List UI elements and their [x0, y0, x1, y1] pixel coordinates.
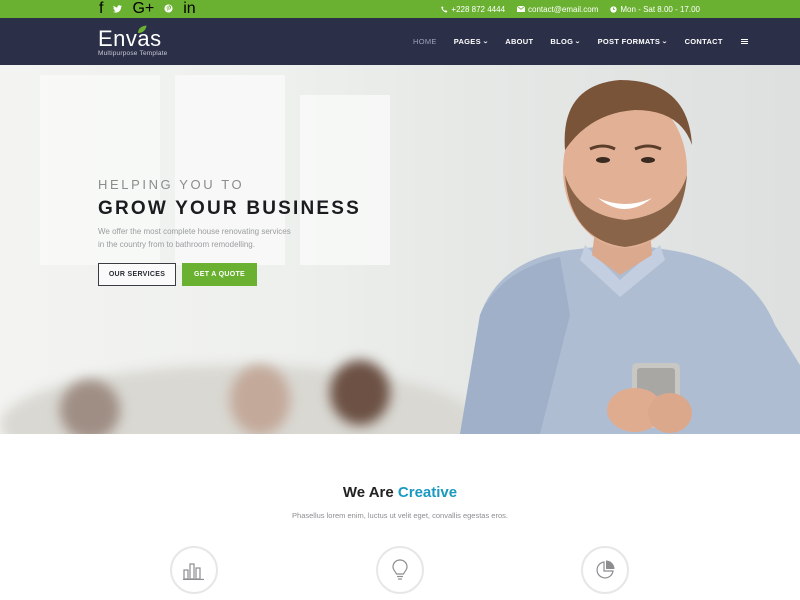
pinterest-icon[interactable] — [164, 0, 173, 18]
feature-icon-circle — [376, 546, 424, 594]
linkedin-icon[interactable]: in — [183, 0, 195, 18]
hero-subtitle: HELPING YOU TO — [98, 177, 245, 192]
lightbulb-icon — [392, 559, 408, 580]
brand-name: Envas — [98, 26, 162, 51]
get-a-quote-button[interactable]: GET A QUOTE — [182, 263, 257, 286]
hours-info: Mon - Sat 8.00 - 17.00 — [610, 5, 700, 14]
nav-item-post-formats[interactable]: POST FORMATS ⌄ — [598, 37, 668, 46]
section-title: We Are Creative — [0, 484, 800, 501]
hero-banner: HELPING YOU TO GROW YOUR BUSINESS We off… — [0, 65, 800, 434]
site-logo[interactable]: Envas Multipurpose Template — [98, 25, 168, 57]
phone-contact[interactable]: +228 872 4444 — [441, 5, 505, 14]
chevron-down-icon: ⌄ — [482, 39, 490, 45]
nav-item-blog[interactable]: BLOG ⌄ — [550, 37, 582, 46]
phone-icon — [441, 5, 448, 13]
nav-item-contact[interactable]: CONTACT — [685, 37, 723, 46]
hero-description: We offer the most complete house renovat… — [98, 227, 291, 249]
feature-icon-circle — [581, 546, 629, 594]
bar-chart-icon — [183, 563, 204, 580]
phone-text: +228 872 4444 — [451, 4, 506, 14]
hero-person-image — [460, 80, 800, 434]
twitter-icon[interactable] — [113, 0, 123, 18]
main-navbar: Envas Multipurpose Template HOME PAGES ⌄ … — [0, 18, 800, 65]
background-person — [330, 360, 390, 425]
chevron-down-icon: ⌄ — [574, 39, 582, 45]
hero-title: GROW YOUR BUSINESS — [98, 198, 362, 219]
background-person — [60, 380, 120, 434]
section-title-prefix: We Are — [342, 484, 398, 501]
nav-item-pages[interactable]: PAGES ⌄ — [454, 37, 489, 46]
main-menu: HOME PAGES ⌄ ABOUT BLOG ⌄ POST FORMATS ⌄ CO… — [413, 18, 748, 65]
top-bar: f G+ in +228 872 4444 contact@email.com … — [0, 0, 800, 18]
our-services-button[interactable]: OUR SERVICES — [98, 263, 176, 286]
nav-item-home[interactable]: HOME — [413, 37, 437, 46]
email-text: contact@email.com — [528, 4, 599, 14]
hamburger-icon[interactable] — [740, 38, 748, 45]
social-links: f G+ in — [99, 0, 196, 18]
contact-info: +228 872 4444 contact@email.com Mon - Sa… — [441, 3, 700, 15]
clock-icon — [610, 5, 618, 13]
google-plus-icon[interactable]: G+ — [132, 0, 154, 18]
leaf-icon — [138, 25, 147, 33]
brand-tagline: Multipurpose Template — [98, 50, 168, 57]
section-title-highlight: Creative — [397, 484, 458, 501]
hero-text-block: HELPING YOU TO GROW YOUR BUSINESS We off… — [98, 177, 361, 286]
hero-buttons: OUR SERVICES GET A QUOTE — [98, 263, 361, 286]
section-subtitle: Phasellus lorem enim, luctus ut velit eg… — [292, 511, 508, 520]
background-person — [230, 365, 290, 434]
nav-item-about[interactable]: ABOUT — [505, 37, 533, 46]
envelope-icon — [517, 6, 526, 12]
hours-text: Mon - Sat 8.00 - 17.00 — [620, 4, 700, 14]
feature-icon-circle — [170, 546, 218, 594]
email-contact[interactable]: contact@email.com — [517, 5, 598, 14]
chevron-down-icon: ⌄ — [661, 39, 669, 45]
pie-chart-icon — [596, 560, 615, 579]
facebook-icon[interactable]: f — [99, 0, 103, 18]
